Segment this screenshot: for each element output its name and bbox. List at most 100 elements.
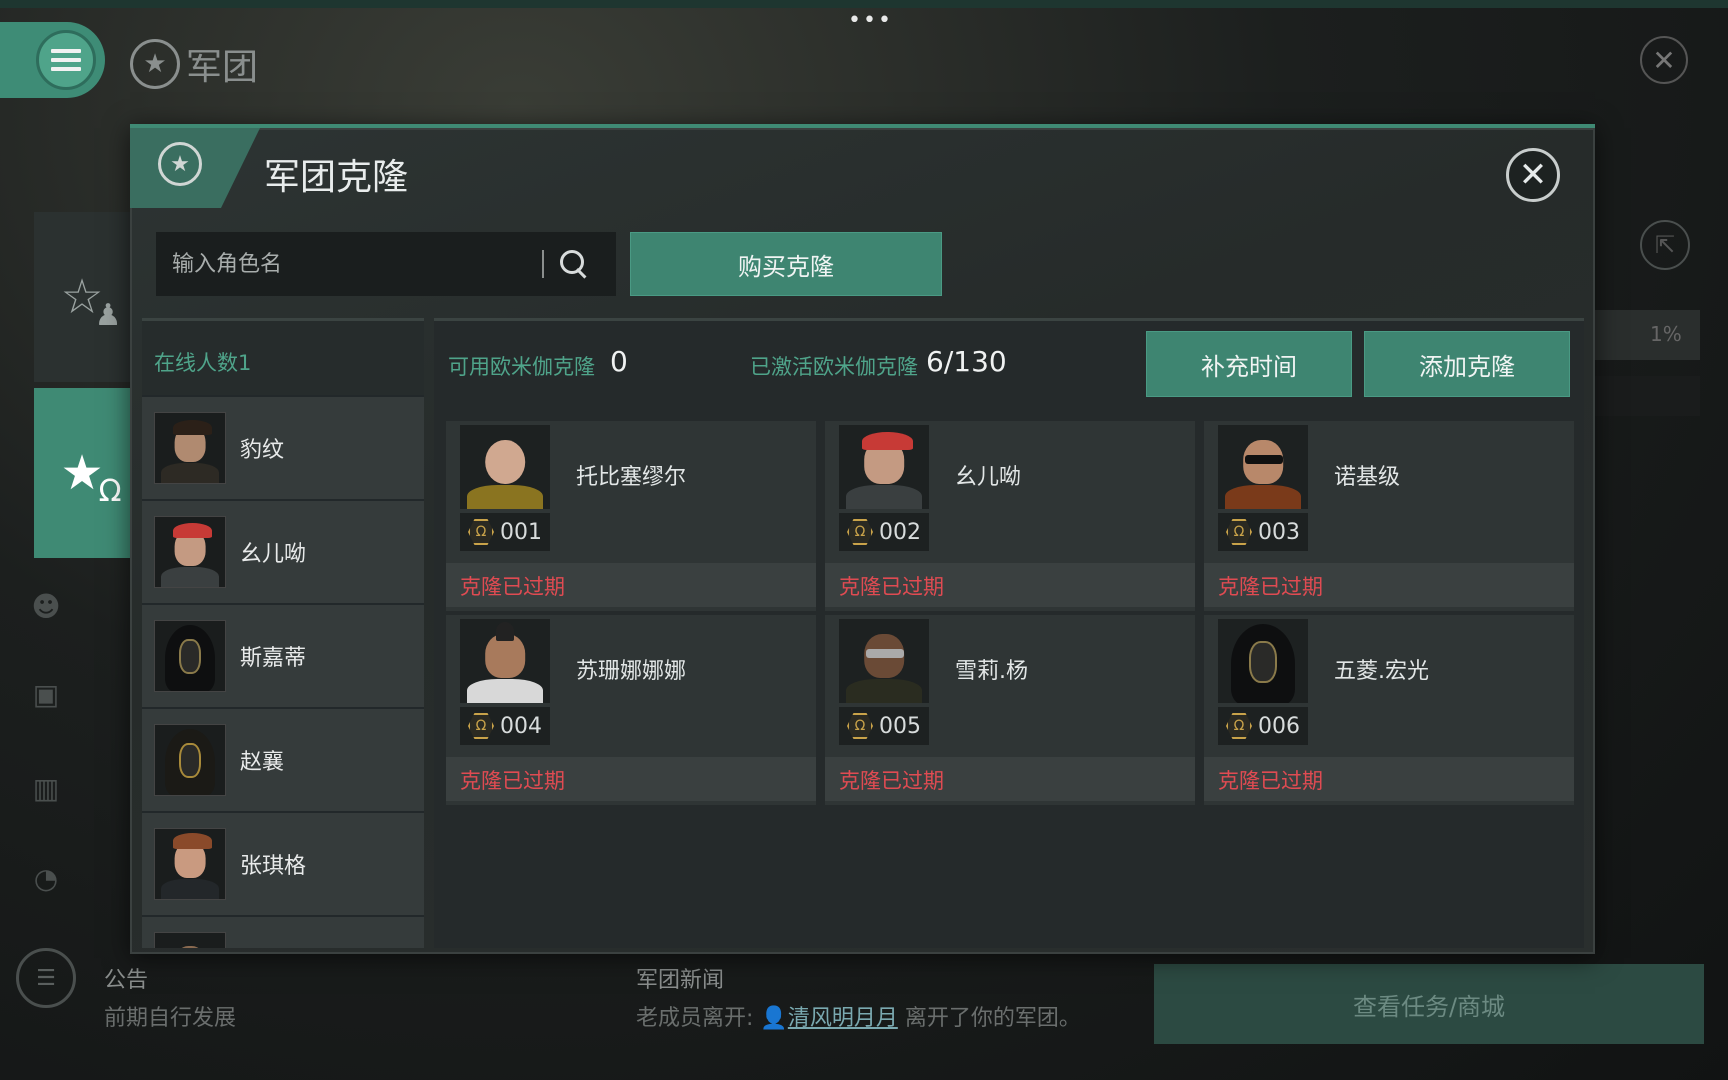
cube-icon[interactable]: ▣ xyxy=(24,678,68,722)
omega-icon: Ω xyxy=(1226,713,1252,739)
member-name: 幺儿呦 xyxy=(240,542,307,567)
search-icon[interactable] xyxy=(558,248,590,280)
clone-card[interactable]: 五菱.宏光 Ω 006 克隆已过期 xyxy=(1204,615,1574,805)
activated-clone-label: 已激活欧米伽克隆 xyxy=(750,355,918,379)
clone-number-value: 001 xyxy=(500,519,542,545)
clone-number: Ω 001 xyxy=(460,513,550,551)
clone-card[interactable]: 幺儿呦 Ω 002 克隆已过期 xyxy=(825,421,1195,611)
tab-legion-members[interactable]: ☆ ♟ xyxy=(34,212,130,382)
legion-star-icon: ★ xyxy=(158,142,202,186)
clone-name: 雪莉.杨 xyxy=(955,659,1028,684)
activated-clone-value: 6/130 xyxy=(926,345,1007,378)
clone-name: 诺基级 xyxy=(1334,465,1401,490)
avatar xyxy=(460,619,550,703)
tab-legion-clones[interactable]: ★ Ω xyxy=(34,388,130,558)
search-bar xyxy=(156,232,616,296)
avatar xyxy=(154,828,226,900)
clone-status: 克隆已过期 xyxy=(446,757,816,801)
news-title: 军团新闻 xyxy=(636,968,725,993)
clone-name: 五菱.宏光 xyxy=(1334,659,1429,684)
member-row-partial[interactable] xyxy=(142,917,424,948)
avatar xyxy=(1218,425,1308,509)
add-clone-button[interactable]: 添加克隆 xyxy=(1364,331,1570,397)
clone-name: 幺儿呦 xyxy=(955,465,1022,490)
clone-card[interactable]: 苏珊娜娜娜 Ω 004 克隆已过期 xyxy=(446,615,816,805)
news-suffix: 离开了你的军团。 xyxy=(897,1006,1081,1031)
pie-icon[interactable]: ◔ xyxy=(24,862,68,906)
legion-member-icon: ☆ ♟ xyxy=(60,269,122,333)
background-title: 军团 xyxy=(186,47,259,88)
clone-status: 克隆已过期 xyxy=(446,563,816,607)
legion-star-icon: ★ xyxy=(130,39,180,89)
main-menu-button[interactable] xyxy=(0,22,105,98)
notice-text: 前期自行发展 xyxy=(104,1006,237,1031)
avatar xyxy=(154,516,226,588)
online-count: 在线人数1 xyxy=(142,321,424,395)
news-member-link[interactable]: 清风明月月 xyxy=(788,1006,898,1031)
avatar xyxy=(154,932,226,948)
clone-number: Ω 005 xyxy=(839,707,929,745)
member-name: 赵襄 xyxy=(240,750,285,775)
omega-icon: Ω xyxy=(468,713,494,739)
omega-icon: Ω xyxy=(1226,519,1252,545)
avatar xyxy=(154,724,226,796)
clone-panel: 可用欧米伽克隆 0 已激活欧米伽克隆 6/130 补充时间 添加克隆 托比塞缪尔… xyxy=(434,318,1584,948)
clone-number: Ω 002 xyxy=(839,513,929,551)
divider xyxy=(542,250,544,278)
clone-status: 克隆已过期 xyxy=(1204,757,1574,801)
clone-status: 克隆已过期 xyxy=(825,563,1195,607)
omega-icon: Ω xyxy=(847,713,873,739)
member-row[interactable]: 赵襄 xyxy=(142,709,424,811)
member-row[interactable]: 豹纹 xyxy=(142,397,424,499)
member-icon[interactable]: ☻ xyxy=(24,590,68,634)
external-link-icon[interactable]: ⇱ xyxy=(1640,220,1690,270)
avatar xyxy=(154,620,226,692)
clone-number-value: 005 xyxy=(879,713,921,739)
fill-time-button[interactable]: 补充时间 xyxy=(1146,331,1352,397)
chat-icon[interactable]: ☰ xyxy=(16,948,76,1008)
available-clone-value: 0 xyxy=(610,345,628,378)
news-text: 老成员离开: 👤清风明月月 离开了你的军团。 xyxy=(636,1000,1081,1032)
clone-number-value: 003 xyxy=(1258,519,1300,545)
dialog-title: 军团克隆 xyxy=(264,157,409,198)
clone-number: Ω 004 xyxy=(460,707,550,745)
clone-name: 苏珊娜娜娜 xyxy=(576,659,687,684)
background-percent: 1% xyxy=(1590,310,1700,360)
member-name: 斯嘉蒂 xyxy=(240,646,307,671)
signal-icon[interactable]: ▥ xyxy=(24,772,68,816)
view-tasks-button[interactable]: 查看任务/商城 xyxy=(1154,964,1704,1044)
more-dots-icon[interactable]: ••• xyxy=(848,8,893,33)
menu-icon xyxy=(36,30,96,90)
member-row[interactable]: 斯嘉蒂 xyxy=(142,605,424,707)
clone-number: Ω 006 xyxy=(1218,707,1308,745)
available-clone-label: 可用欧米伽克隆 xyxy=(448,355,595,379)
avatar xyxy=(839,619,929,703)
clone-status: 克隆已过期 xyxy=(825,757,1195,801)
online-member-list[interactable]: 在线人数1 豹纹 幺儿呦 斯嘉蒂 赵襄 张琪格 xyxy=(142,318,424,948)
member-row[interactable]: 张琪格 xyxy=(142,813,424,915)
member-row[interactable]: 幺儿呦 xyxy=(142,501,424,603)
member-name: 豹纹 xyxy=(240,438,285,463)
background-header: ★ 军团 xyxy=(130,38,258,90)
clone-number-value: 004 xyxy=(500,713,542,739)
news-prefix: 老成员离开: xyxy=(636,1006,761,1031)
clone-number: Ω 003 xyxy=(1218,513,1308,551)
close-button[interactable]: ✕ xyxy=(1506,148,1560,202)
clone-status: 克隆已过期 xyxy=(1204,563,1574,607)
search-input[interactable] xyxy=(172,251,532,277)
clone-number-value: 006 xyxy=(1258,713,1300,739)
omega-icon: Ω xyxy=(468,519,494,545)
avatar xyxy=(839,425,929,509)
avatar xyxy=(460,425,550,509)
clone-card[interactable]: 诺基级 Ω 003 克隆已过期 xyxy=(1204,421,1574,611)
clone-card[interactable]: 雪莉.杨 Ω 005 克隆已过期 xyxy=(825,615,1195,805)
notice-title: 公告 xyxy=(104,968,149,993)
legion-clone-dialog: ★ 军团克隆 ✕ 购买克隆 在线人数1 豹纹 幺儿呦 xyxy=(130,124,1595,954)
buy-clone-button[interactable]: 购买克隆 xyxy=(630,232,942,296)
clone-name: 托比塞缪尔 xyxy=(576,465,687,490)
omega-icon: Ω xyxy=(847,519,873,545)
clone-number-value: 002 xyxy=(879,519,921,545)
background-close-icon[interactable]: ✕ xyxy=(1640,36,1688,84)
legion-omega-icon: ★ Ω xyxy=(60,445,122,509)
clone-card[interactable]: 托比塞缪尔 Ω 001 克隆已过期 xyxy=(446,421,816,611)
